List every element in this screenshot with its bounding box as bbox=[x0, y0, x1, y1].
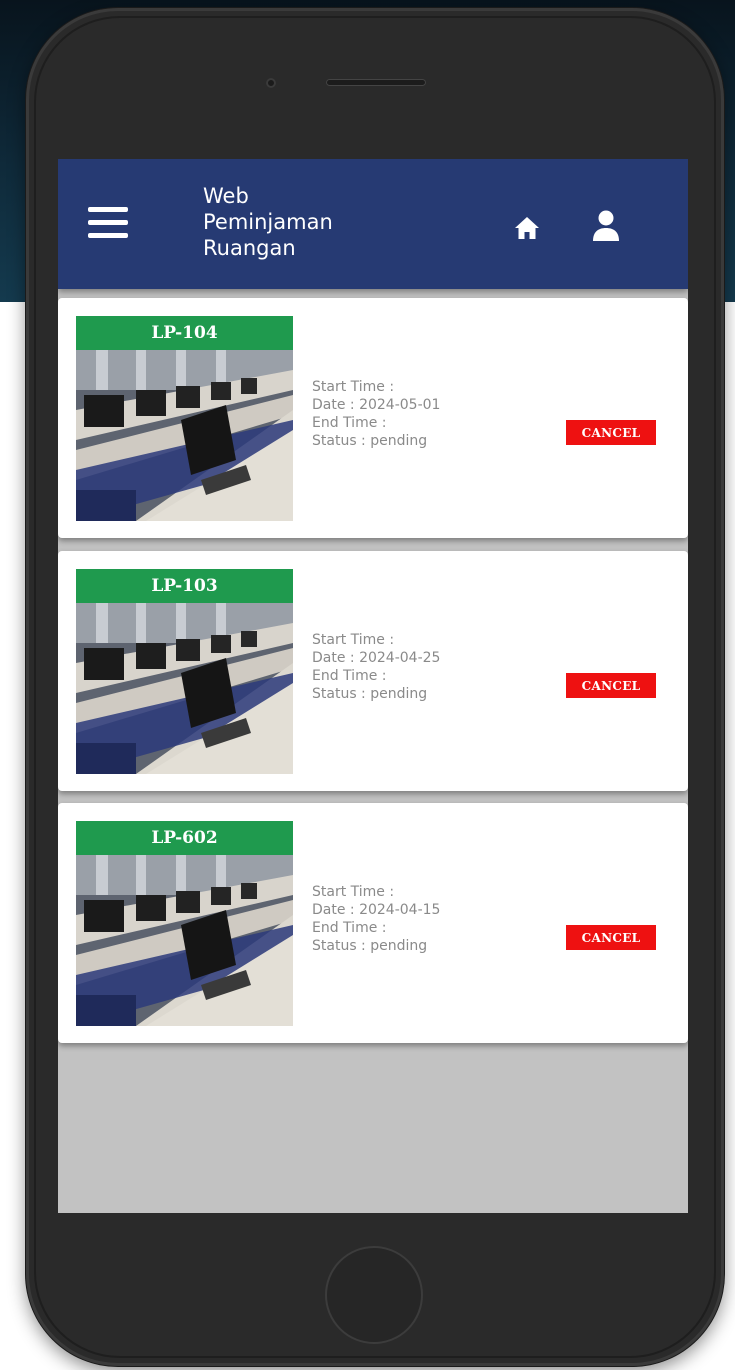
end-time-text: End Time : bbox=[312, 668, 387, 684]
end-time-text: End Time : bbox=[312, 415, 387, 431]
cancel-button[interactable]: CANCEL bbox=[566, 673, 656, 698]
booking-card: LP-103 Start Time: Date: 2024-04-25 En… bbox=[58, 551, 688, 791]
app-title-line-2: Peminjaman bbox=[203, 210, 333, 234]
room-code-label: LP-602 bbox=[76, 821, 293, 855]
date-text: Date : 2024-04-15 bbox=[312, 902, 441, 918]
end-time-text: End Time : bbox=[312, 920, 387, 936]
start-time-text: Start Time : bbox=[312, 884, 395, 900]
status-text: Status : pending bbox=[312, 433, 428, 449]
room-thumbnail: LP-602 bbox=[76, 821, 293, 1026]
status-text: Status : pending bbox=[312, 686, 428, 702]
date-text: Date : 2024-05-01 bbox=[312, 397, 441, 413]
top-navbar: Web Peminjaman Ruangan bbox=[58, 159, 688, 289]
booking-details: Start Time : Date : 2024-04-25 End Time … bbox=[312, 631, 512, 703]
app-title-line-1: Web bbox=[203, 184, 249, 208]
computer-lab-photo bbox=[76, 855, 293, 1026]
room-code-label: LP-104 bbox=[76, 316, 293, 350]
room-thumbnail: LP-104 bbox=[76, 316, 293, 521]
booking-details: Start Time : Date : 2024-05-01 End Time … bbox=[312, 378, 512, 450]
date-text: Date : 2024-04-25 bbox=[312, 650, 441, 666]
booking-card: LP-602 Start Time: Date: 2024-04-15 En… bbox=[58, 803, 688, 1043]
cancel-button[interactable]: CANCEL bbox=[566, 420, 656, 445]
computer-lab-photo bbox=[76, 603, 293, 774]
booking-card: LP-104 Start Time: Date: 2024-05-01 En… bbox=[58, 298, 688, 538]
cancel-button[interactable]: CANCEL bbox=[566, 925, 656, 950]
hamburger-menu-icon[interactable] bbox=[88, 207, 128, 239]
computer-lab-photo bbox=[76, 350, 293, 521]
app-title-line-3: Ruangan bbox=[203, 236, 296, 260]
room-code-label: LP-103 bbox=[76, 569, 293, 603]
user-icon[interactable] bbox=[592, 210, 620, 242]
app-screen: Web Peminjaman Ruangan LP-104 Start Time… bbox=[58, 159, 688, 1213]
start-time-text: Start Time : bbox=[312, 632, 395, 648]
room-thumbnail: LP-103 bbox=[76, 569, 293, 774]
front-camera bbox=[266, 78, 276, 88]
start-time-text: Start Time : bbox=[312, 379, 395, 395]
app-title: Web Peminjaman Ruangan bbox=[203, 183, 403, 261]
earpiece-speaker bbox=[326, 79, 426, 86]
phone-home-button[interactable] bbox=[325, 1246, 423, 1344]
booking-details: Start Time : Date : 2024-04-15 End Time … bbox=[312, 883, 512, 955]
status-text: Status : pending bbox=[312, 938, 428, 954]
home-icon[interactable] bbox=[514, 216, 540, 240]
